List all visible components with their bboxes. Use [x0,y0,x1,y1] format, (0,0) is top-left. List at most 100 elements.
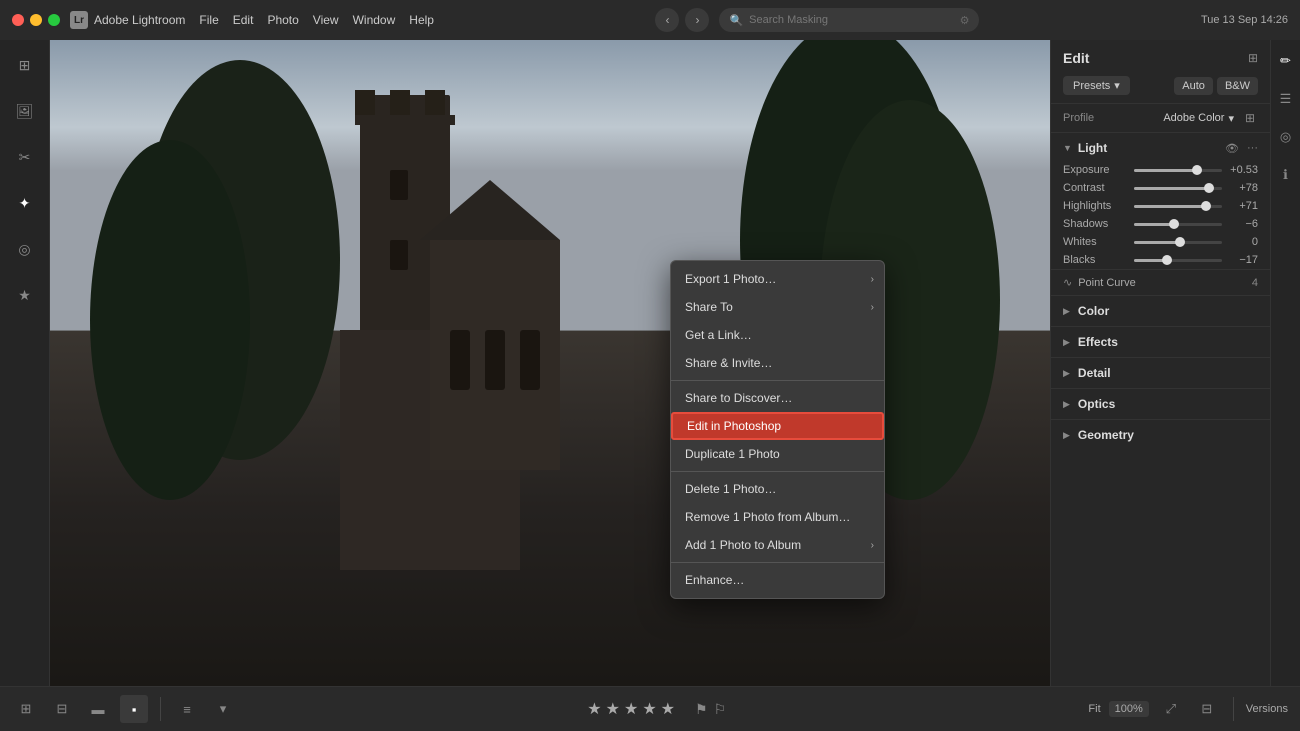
contrast-slider-row: Contrast +78 [1051,179,1270,197]
menu-adobe-lightroom[interactable]: Adobe Lightroom [94,13,185,27]
geometry-label: Geometry [1078,428,1134,442]
exposure-track[interactable] [1134,169,1222,172]
nav-forward-button[interactable]: › [685,8,709,32]
highlights-fill [1134,205,1206,208]
menu-view[interactable]: View [313,13,339,27]
datetime: Tue 13 Sep 14:26 [1201,14,1288,26]
info-icon[interactable]: ℹ [1275,164,1297,186]
ctx-duplicate[interactable]: Duplicate 1 Photo [671,440,884,468]
ctx-divider [671,380,884,381]
fullscreen-button[interactable] [48,14,60,26]
main-area: ⊞ 🖼 ✂ ✦ ◎ ★ [0,40,1300,686]
ctx-get-link[interactable]: Get a Link… [671,321,884,349]
ctx-divider-3 [671,562,884,563]
sidebar-masking-icon[interactable]: ◎ [10,234,40,264]
auto-mode-button[interactable]: Auto [1174,77,1213,95]
sidebar-ai-icon[interactable]: ★ [10,280,40,310]
whites-track[interactable] [1134,241,1222,244]
versions-button[interactable]: Versions [1246,703,1288,715]
star-3[interactable]: ★ [624,699,638,719]
edit-icon[interactable]: ✏ [1275,50,1297,72]
columns-icon[interactable]: ⊟ [1193,695,1221,723]
menu-help[interactable]: Help [409,13,434,27]
single-photo-button[interactable]: ▪ [120,695,148,723]
blacks-track[interactable] [1134,259,1222,262]
ctx-delete[interactable]: Delete 1 Photo… [671,475,884,503]
grid-icon[interactable]: ⊞ [1242,110,1258,126]
profile-chevron-icon: ▾ [1228,112,1234,125]
ctx-share-discover[interactable]: Share to Discover… [671,384,884,412]
sidebar-grid-icon[interactable]: ⊞ [10,50,40,80]
ctx-add-album[interactable]: Add 1 Photo to Album › [671,531,884,559]
curve-icon: ∿ [1063,276,1072,289]
fit-label: Fit [1088,703,1100,715]
filter-icon[interactable]: ⚙ [960,14,970,27]
ctx-share-invite[interactable]: Share & Invite… [671,349,884,377]
zoom-value[interactable]: 100% [1109,701,1149,717]
masking-icon[interactable]: ◎ [1275,126,1297,148]
submenu-arrow-icon: › [871,540,874,551]
profile-row: Profile Adobe Color ▾ ⊞ [1051,104,1270,133]
grid-view-button[interactable]: ⊞ [1248,51,1258,65]
star-1[interactable]: ★ [587,699,601,719]
ctx-share-to[interactable]: Share To › [671,293,884,321]
panel-header: Edit ⊞ [1051,40,1270,72]
sort-icon[interactable]: ≡ [173,695,201,723]
minimize-button[interactable] [30,14,42,26]
reject-icon[interactable]: ⚐ [714,701,727,718]
close-button[interactable] [12,14,24,26]
sidebar-edit-icon[interactable]: ✦ [10,188,40,218]
whites-thumb[interactable] [1175,237,1185,247]
flag-icon[interactable]: ⚑ [695,701,708,718]
presets-button[interactable]: Presets ▾ [1063,76,1130,95]
light-expand-icon: ▼ [1063,143,1072,153]
light-section-title: ▼ Light [1063,141,1107,155]
grid-small-button[interactable]: ⊟ [48,695,76,723]
presets-row: Presets ▾ Auto B&W [1051,72,1270,104]
light-section-header[interactable]: ▼ Light 👁 ··· [1051,133,1270,161]
nav-back-button[interactable]: ‹ [655,8,679,32]
shadows-track[interactable] [1134,223,1222,226]
search-bar[interactable]: 🔍 Search Masking ⚙ [719,8,979,32]
visibility-icon[interactable]: 👁 [1225,142,1239,155]
more-options-icon[interactable]: ··· [1247,142,1258,154]
menu-window[interactable]: Window [353,13,396,27]
star-5[interactable]: ★ [661,699,675,719]
contrast-track[interactable] [1134,187,1222,190]
chevron-down-icon[interactable]: ▾ [209,695,237,723]
menu-file[interactable]: File [199,13,218,27]
ctx-remove-album[interactable]: Remove 1 Photo from Album… [671,503,884,531]
geometry-section[interactable]: ▶ Geometry [1051,419,1270,450]
exposure-thumb[interactable] [1192,165,1202,175]
profile-value[interactable]: Adobe Color ▾ [1163,112,1234,125]
color-section[interactable]: ▶ Color [1051,295,1270,326]
highlights-thumb[interactable] [1201,201,1211,211]
ctx-export[interactable]: Export 1 Photo… › [671,265,884,293]
optics-section[interactable]: ▶ Optics [1051,388,1270,419]
detail-section[interactable]: ▶ Detail [1051,357,1270,388]
expand-icon[interactable]: ⤢ [1157,695,1185,723]
curve-value: 4 [1252,277,1258,289]
shadows-thumb[interactable] [1169,219,1179,229]
profile-right: Adobe Color ▾ ⊞ [1163,110,1258,126]
effects-section[interactable]: ▶ Effects [1051,326,1270,357]
bw-mode-button[interactable]: B&W [1217,77,1258,95]
star-2[interactable]: ★ [606,699,620,719]
highlights-track[interactable] [1134,205,1222,208]
menu-photo[interactable]: Photo [267,13,298,27]
star-4[interactable]: ★ [642,699,656,719]
context-menu: Export 1 Photo… › Share To › Get a Link…… [670,260,885,599]
menu-edit[interactable]: Edit [233,13,254,27]
sidebar-photos-icon[interactable]: 🖼 [10,96,40,126]
contrast-thumb[interactable] [1204,183,1214,193]
light-section-controls: 👁 ··· [1225,142,1258,155]
presets-panel-icon[interactable]: ☰ [1275,88,1297,110]
sidebar-crop-icon[interactable]: ✂ [10,142,40,172]
blacks-thumb[interactable] [1162,255,1172,265]
panel-title: Edit [1063,50,1089,66]
grid-tool-button[interactable]: ⊞ [12,695,40,723]
ctx-edit-photoshop[interactable]: Edit in Photoshop [671,412,884,440]
stars-row: ★ ★ ★ ★ ★ [587,699,675,719]
ctx-enhance[interactable]: Enhance… [671,566,884,594]
filmstrip-button[interactable]: ▬ [84,695,112,723]
